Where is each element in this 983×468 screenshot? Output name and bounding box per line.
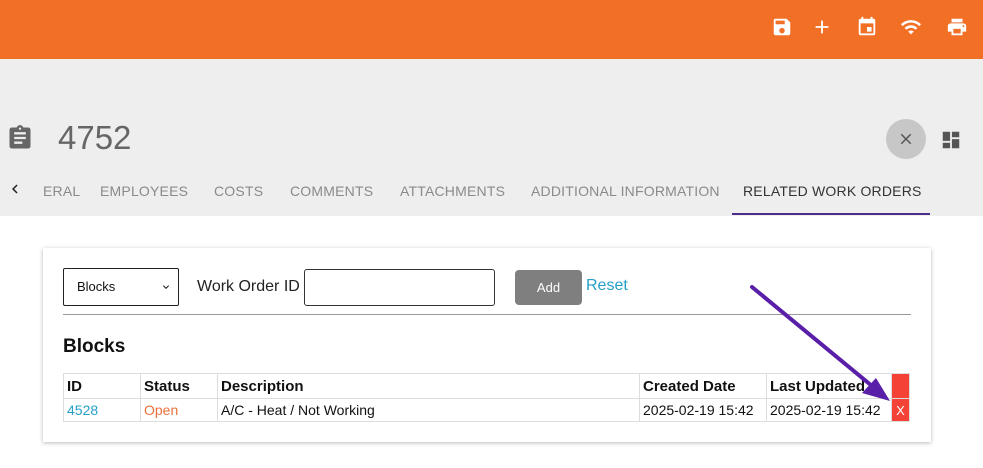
delete-row-button[interactable]: X xyxy=(891,398,910,422)
add-button[interactable]: Add xyxy=(515,270,582,305)
tab-bar: ERAL EMPLOYEES COSTS COMMENTS ATTACHMENT… xyxy=(0,168,983,216)
relation-type-select[interactable]: Blocks xyxy=(63,268,179,306)
related-orders-table: ID Status Description Created Date Last … xyxy=(63,373,910,422)
dashboard-icon[interactable] xyxy=(940,129,962,151)
last-updated-cell: 2025-02-19 15:42 xyxy=(766,398,892,422)
chevron-down-icon xyxy=(163,285,169,289)
tab-additional-information[interactable]: ADDITIONAL INFORMATION xyxy=(531,183,720,199)
reset-link[interactable]: Reset xyxy=(586,277,628,295)
divider xyxy=(63,314,911,315)
clipboard-icon xyxy=(6,124,34,152)
column-header-description: Description xyxy=(217,373,640,399)
column-header-last-updated: Last Updated xyxy=(766,373,892,399)
calendar-icon[interactable] xyxy=(855,15,879,39)
plus-icon[interactable] xyxy=(810,15,834,39)
wifi-icon[interactable] xyxy=(899,15,923,39)
tab-costs[interactable]: COSTS xyxy=(214,183,263,199)
tab-attachments[interactable]: ATTACHMENTS xyxy=(400,183,505,199)
active-tab-indicator xyxy=(732,213,930,215)
save-icon[interactable] xyxy=(770,15,794,39)
status-badge: Open xyxy=(144,402,179,418)
section-title: Blocks xyxy=(63,336,126,357)
app-header xyxy=(0,0,983,59)
description-cell: A/C - Heat / Not Working xyxy=(217,398,640,422)
column-header-id: ID xyxy=(63,373,141,399)
table-header-row: ID Status Description Created Date Last … xyxy=(63,373,910,399)
tab-general[interactable]: ERAL xyxy=(43,183,80,199)
print-icon[interactable] xyxy=(945,15,969,39)
delete-column-header xyxy=(891,373,910,399)
relation-type-value: Blocks xyxy=(77,279,116,294)
work-order-id-input[interactable] xyxy=(304,269,495,306)
close-icon xyxy=(900,133,912,145)
chevron-left-icon[interactable] xyxy=(6,180,26,200)
column-header-status: Status xyxy=(140,373,218,399)
tab-employees[interactable]: EMPLOYEES xyxy=(100,183,188,199)
created-date-cell: 2025-02-19 15:42 xyxy=(639,398,767,422)
page-title: 4752 xyxy=(58,119,132,156)
tab-related-work-orders[interactable]: RELATED WORK ORDERS xyxy=(743,183,922,199)
close-button[interactable] xyxy=(886,119,926,159)
work-order-id-label: Work Order ID xyxy=(197,278,300,295)
column-header-created-date: Created Date xyxy=(639,373,767,399)
table-row: 4528 Open A/C - Heat / Not Working 2025-… xyxy=(63,398,910,422)
work-order-link[interactable]: 4528 xyxy=(67,402,98,418)
tab-comments[interactable]: COMMENTS xyxy=(290,183,373,199)
related-work-orders-card: Blocks Work Order ID Add Reset Blocks ID… xyxy=(43,248,931,442)
